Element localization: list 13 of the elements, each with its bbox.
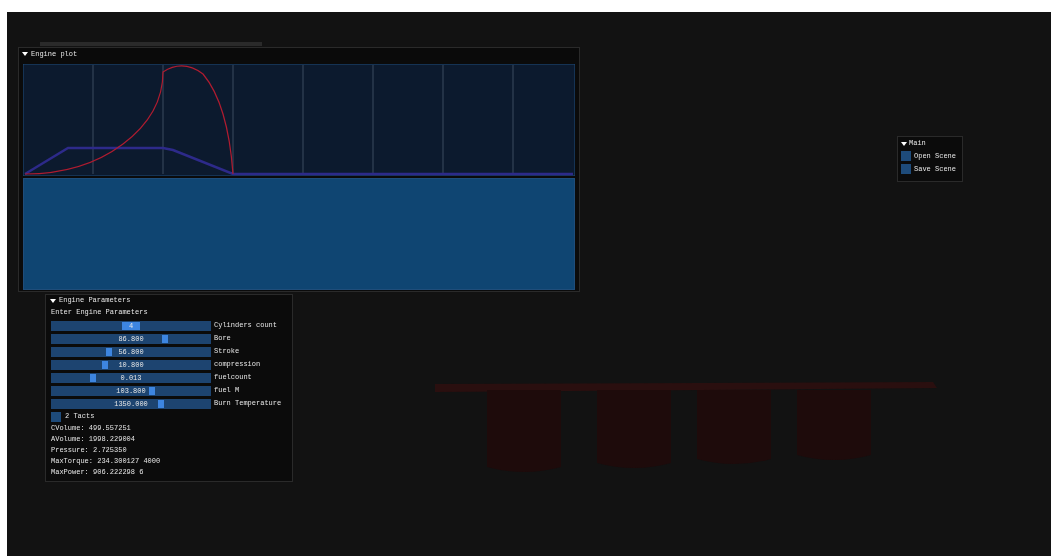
slider-thumb[interactable] xyxy=(161,334,168,343)
slider-thumb[interactable] xyxy=(158,399,165,408)
slider-thumb[interactable] xyxy=(89,373,96,382)
checkbox[interactable] xyxy=(901,151,911,161)
slider-thumb[interactable] xyxy=(102,360,109,369)
collapse-arrow-icon[interactable] xyxy=(22,51,28,57)
slider-thumb[interactable] xyxy=(122,321,140,330)
collapse-arrow-icon[interactable] xyxy=(901,140,907,147)
checkbox[interactable] xyxy=(51,411,61,422)
slider-thumb[interactable] xyxy=(105,347,112,356)
collapse-arrow-icon[interactable] xyxy=(50,297,56,304)
checkbox[interactable] xyxy=(901,164,911,174)
slider-thumb[interactable] xyxy=(148,386,155,395)
